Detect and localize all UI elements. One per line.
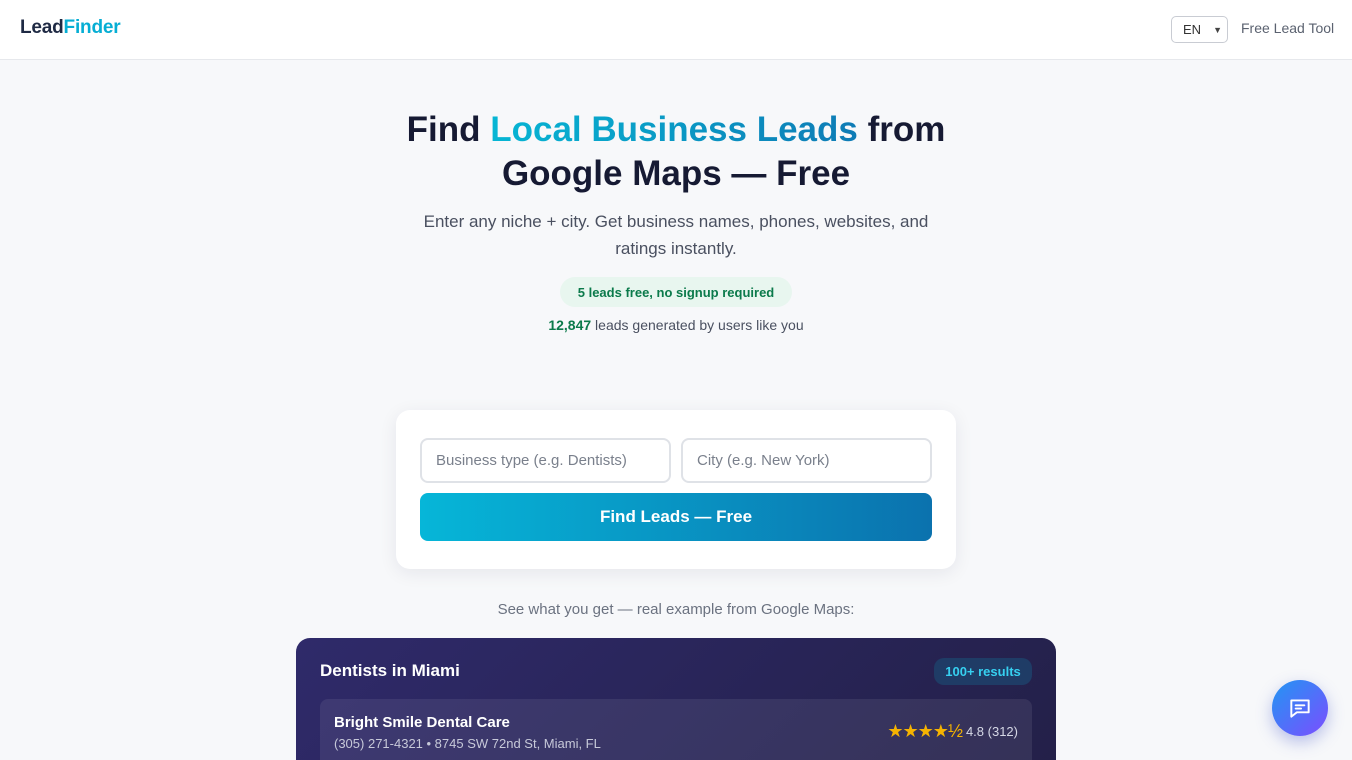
free-leads-badge: 5 leads free, no signup required	[560, 277, 792, 307]
city-input[interactable]	[681, 438, 932, 483]
example-title: Dentists in Miami	[320, 661, 460, 680]
chat-bubble-icon	[1290, 699, 1310, 718]
top-navbar: LeadFinder EN ▼ Free Lead Tool	[0, 0, 1352, 60]
logo[interactable]: LeadFinder	[20, 17, 121, 39]
search-card: Find Leads — Free	[396, 410, 956, 569]
chat-button[interactable]	[1272, 680, 1328, 736]
results-count-badge: 100+ results	[934, 658, 1032, 685]
find-leads-button[interactable]: Find Leads — Free	[420, 493, 932, 541]
rating-value: 4.8 (312)	[965, 724, 1018, 739]
hero-subtitle: Enter any niche + city. Get business nam…	[423, 212, 929, 258]
hero-title-start: Find	[406, 110, 491, 149]
list-item: Bright Smile Dental Care (305) 271-4321 …	[320, 699, 1032, 760]
star-rating-icon: ★★★★½	[887, 721, 963, 741]
leads-counter-value: 12,847	[548, 317, 592, 333]
language-value: EN	[1183, 22, 1202, 37]
leads-counter-text: leads generated by users like you	[591, 317, 804, 333]
language-select[interactable]: EN ▼	[1171, 16, 1228, 43]
logo-lead: Lead	[20, 17, 64, 38]
business-type-input[interactable]	[420, 438, 671, 483]
business-name: Bright Smile Dental Care	[334, 714, 510, 731]
example-results-panel: Dentists in Miami 100+ results Bright Sm…	[296, 638, 1056, 760]
business-details: (305) 271-4321 • 8745 SW 72nd St, Miami,…	[334, 736, 601, 751]
leads-counter: 12,847 leads generated by users like you	[476, 317, 876, 333]
business-rating: ★★★★½ 4.8 (312)	[887, 721, 1018, 742]
hero-title-highlight: Local Business Leads	[490, 110, 858, 149]
chevron-down-icon: ▼	[1213, 25, 1222, 35]
logo-finder: Finder	[63, 17, 121, 38]
hero-title: Find Local Business Leads from Google Ma…	[376, 108, 976, 196]
free-lead-tool-label: Free Lead Tool	[1241, 20, 1335, 36]
example-caption: See what you get — real example from Goo…	[497, 601, 855, 618]
